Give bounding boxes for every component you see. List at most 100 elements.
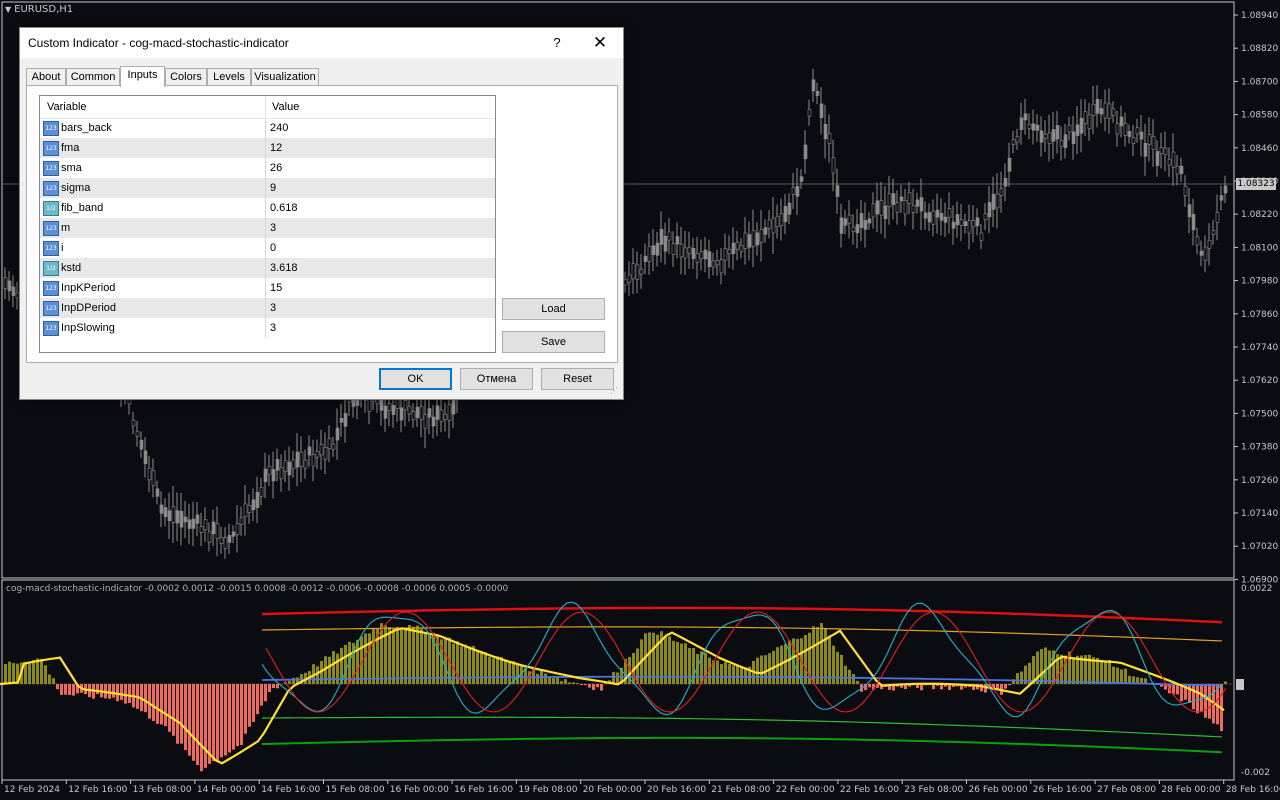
candle-body [199,526,204,533]
tab-inputs[interactable]: Inputs [120,66,165,87]
candle-body [671,243,676,255]
integer-type-icon: 123 [43,301,59,316]
candle-body [175,510,180,524]
time-tick-label: 14 Feb 16:00 [261,785,320,795]
histogram-bar [232,684,235,750]
parameter-value[interactable]: 3 [270,302,276,314]
candle-body [847,214,852,224]
parameter-value[interactable]: 0.618 [270,202,298,214]
histogram-bar [404,629,407,684]
tab-visualization[interactable]: Visualization [251,68,319,86]
parameter-value[interactable]: 26 [270,162,282,174]
ok-button[interactable]: OK [379,368,452,390]
time-tick-label: 16 Feb 00:00 [390,785,449,795]
candle-body [399,407,404,421]
histogram-bar [408,624,411,684]
table-row[interactable]: 123 InpDPeriod 3 [40,298,495,318]
table-row[interactable]: 123 bars_back 240 [40,118,495,138]
resize-grip-icon[interactable]: ⋰ [610,386,618,395]
histogram-bar [224,684,227,756]
candle-body [775,215,780,228]
parameter-value[interactable]: 3 [270,222,276,234]
candle-body [283,460,288,472]
candle-body [219,536,224,544]
candle-body [159,504,164,514]
histogram-bar [584,684,587,686]
candle-body [1215,212,1220,223]
parameter-name: InpKPeriod [61,282,116,294]
candle-body [167,510,172,521]
histogram-bar [684,643,687,684]
column-header-variable[interactable]: Variable [47,101,87,113]
table-row[interactable]: 123 i 0 [40,238,495,258]
table-row[interactable]: 123 InpKPeriod 15 [40,278,495,298]
table-row[interactable]: 123 sma 26 [40,158,495,178]
parameter-value[interactable]: 12 [270,142,282,154]
candle-body [915,199,920,207]
candle-body [1039,130,1044,143]
histogram-bar [32,660,35,684]
price-tick-label: 1.07860 [1241,310,1278,320]
histogram-bar [388,627,391,684]
parameter-value[interactable]: 3.618 [270,262,298,274]
column-header-value[interactable]: Value [272,101,299,113]
histogram-bar [564,679,567,684]
candle-body [211,521,216,535]
candle-body [679,243,684,258]
price-tick-label: 1.08460 [1241,144,1278,154]
histogram-bar [1072,657,1075,684]
time-tick-label: 28 Feb 00:00 [1161,785,1220,795]
parameter-value[interactable]: 3 [270,322,276,334]
parameter-name: m [61,222,71,234]
help-button[interactable]: ? [546,32,568,54]
tab-common[interactable]: Common [66,68,120,86]
table-row[interactable]: 1/2 kstd 3.618 [40,258,495,278]
load-button[interactable]: Load [502,298,605,320]
candle-body [203,519,208,531]
candle-body [851,226,856,232]
parameter-value[interactable]: 240 [270,122,288,134]
tab-colors[interactable]: Colors [165,68,207,86]
time-tick-label: 22 Feb 00:00 [776,785,835,795]
candle-body [943,216,948,223]
cancel-button[interactable]: Отмена [460,368,533,390]
chevron-down-icon[interactable]: ▼ [5,5,11,14]
price-tick-label: 1.07260 [1241,476,1278,486]
candle-body [275,459,280,471]
histogram-bar [688,647,691,684]
parameter-value[interactable]: 0 [270,242,276,254]
candle-body [1083,111,1088,124]
tab-levels[interactable]: Levels [207,68,251,86]
candle-body [783,206,788,222]
table-row[interactable]: 123 fma 12 [40,138,495,158]
candle-body [223,537,228,549]
time-tick-label: 26 Feb 16:00 [1033,785,1092,795]
candle-body [207,531,212,543]
candle-body [299,451,304,467]
table-row[interactable]: 123 InpSlowing 3 [40,318,495,338]
candle-body [1023,113,1028,121]
close-button[interactable]: ✕ [588,32,612,54]
candle-body [407,406,412,415]
table-row[interactable]: 123 m 3 [40,218,495,238]
candle-body [163,507,168,517]
candle-body [179,510,184,528]
table-row[interactable]: 123 sigma 9 [40,178,495,198]
table-row[interactable]: 1/2 fib_band 0.618 [40,198,495,218]
parameters-list[interactable]: Variable Value 123 bars_back 240 123 fma 12 12… [39,95,496,353]
parameter-value[interactable]: 15 [270,282,282,294]
candle-body [335,427,340,441]
parameter-value[interactable]: 9 [270,182,276,194]
histogram-bar [64,684,67,695]
dialog-titlebar[interactable]: Custom Indicator - cog-macd-stochastic-i… [20,28,623,58]
candle-body [447,404,452,421]
candle-body [699,251,704,259]
reset-button[interactable]: Reset [541,368,614,390]
histogram-bar [1188,684,1191,703]
tab-about[interactable]: About [26,68,66,86]
candle-body [323,446,328,460]
candle-body [879,200,884,216]
histogram-bar [44,665,47,684]
candle-body [271,469,276,482]
save-button[interactable]: Save [502,331,605,353]
